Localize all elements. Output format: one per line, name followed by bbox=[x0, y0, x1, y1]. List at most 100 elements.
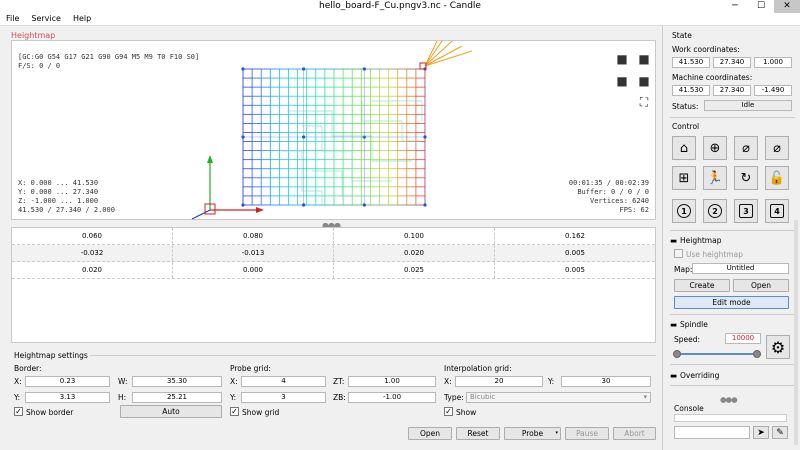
border-w-label: W: bbox=[118, 377, 128, 386]
spindle-title: Spindle bbox=[680, 320, 708, 329]
send-command-button[interactable]: ➤ bbox=[753, 426, 769, 439]
border-y-input[interactable]: 3.13 bbox=[25, 392, 110, 403]
table-cell[interactable]: -0.013 bbox=[173, 245, 334, 261]
zero-z-button[interactable]: ⌀ bbox=[765, 136, 789, 160]
border-h-label: H: bbox=[118, 393, 127, 402]
zt-input[interactable]: 1.00 bbox=[348, 376, 436, 387]
divider bbox=[670, 364, 795, 365]
use-heightmap-checkbox[interactable] bbox=[674, 249, 683, 258]
table-cell[interactable]: 0.005 bbox=[495, 262, 655, 278]
user-command-3-button[interactable]: 3 bbox=[734, 199, 758, 223]
interp-grid-label: Interpolation grid: bbox=[444, 364, 512, 373]
divider bbox=[670, 117, 795, 118]
splitter-handle[interactable]: ●●● bbox=[720, 395, 738, 404]
reset-controller-button[interactable]: ↻ bbox=[734, 166, 758, 190]
edit-mode-button[interactable]: Edit mode bbox=[674, 296, 789, 309]
type-label: Type: bbox=[444, 393, 464, 402]
spindle-speed-slider[interactable] bbox=[673, 350, 761, 358]
refresh-icon: ↻ bbox=[740, 170, 752, 186]
slider-min-handle[interactable] bbox=[673, 350, 681, 358]
home-button[interactable]: ⌂ bbox=[672, 136, 696, 160]
border-x-label: X: bbox=[14, 377, 22, 386]
heightmap-settings-title: Heightmap settings bbox=[14, 351, 88, 360]
collapse-icon[interactable]: ▬ bbox=[670, 371, 677, 380]
probe-button[interactable]: Probe ▾ bbox=[504, 427, 561, 440]
border-h-input[interactable]: 25.21 bbox=[132, 392, 222, 403]
minimize-button[interactable]: ─ bbox=[722, 0, 748, 13]
right-scrollbar[interactable] bbox=[794, 220, 798, 445]
user-command-4-button[interactable]: 4 bbox=[765, 199, 789, 223]
table-cell[interactable]: 0.005 bbox=[495, 245, 655, 261]
heightmap-table[interactable]: 0.060 0.080 0.100 0.162 -0.032 -0.013 0.… bbox=[11, 227, 656, 343]
table-cell[interactable]: 0.025 bbox=[334, 262, 495, 278]
buffer-text: Buffer: 0 / 0 / 0 bbox=[577, 188, 649, 196]
show-grid-checkbox[interactable]: ✓ bbox=[230, 407, 239, 416]
table-cell[interactable]: 0.080 bbox=[173, 228, 334, 244]
border-w-input[interactable]: 35.30 bbox=[132, 376, 222, 387]
user-command-2-button[interactable]: 2 bbox=[703, 199, 727, 223]
abort-button[interactable]: Abort bbox=[613, 427, 656, 440]
zero-z-probe-button[interactable]: ⊕ bbox=[703, 136, 727, 160]
feed-speed-text: F/S: 0 / 0 bbox=[18, 62, 61, 70]
heightmap-viewport[interactable]: [GC:G0 G54 G17 G21 G90 G94 M5 M9 T0 F10 … bbox=[11, 40, 656, 220]
home-icon: ⌂ bbox=[679, 140, 689, 156]
menu-file[interactable]: File bbox=[0, 13, 25, 25]
table-cell[interactable]: 0.000 bbox=[173, 262, 334, 278]
create-heightmap-button[interactable]: Create bbox=[674, 279, 730, 292]
user-command-1-button[interactable]: 1 bbox=[672, 199, 696, 223]
table-cell[interactable]: 0.162 bbox=[495, 228, 655, 244]
fit-view-icon[interactable]: ⛶ bbox=[636, 94, 652, 110]
collapse-icon[interactable]: ▬ bbox=[670, 320, 677, 329]
table-cell[interactable]: 0.020 bbox=[334, 245, 495, 261]
spindle-toggle-button[interactable]: ⚙ bbox=[766, 335, 790, 359]
border-x-input[interactable]: 0.23 bbox=[25, 376, 110, 387]
restore-origin-button[interactable]: ⊞ bbox=[672, 166, 696, 190]
zero-xy-button[interactable]: ⌀ bbox=[734, 136, 758, 160]
pause-button[interactable]: Pause bbox=[565, 427, 609, 440]
view-left-cube-icon[interactable]: ■ bbox=[614, 73, 630, 89]
chevron-down-icon: ▾ bbox=[555, 430, 558, 436]
zb-input[interactable]: -1.00 bbox=[348, 392, 436, 403]
probe-x-input[interactable]: 4 bbox=[241, 376, 326, 387]
machine-coords-label: Machine coordinates: bbox=[672, 73, 753, 82]
collapse-icon[interactable]: ▬ bbox=[670, 236, 677, 245]
interp-x-input[interactable]: 20 bbox=[455, 376, 543, 387]
maximize-button[interactable]: ☐ bbox=[748, 0, 774, 13]
table-cell[interactable]: 0.100 bbox=[334, 228, 495, 244]
menu-service[interactable]: Service bbox=[25, 13, 67, 25]
work-y-field: 27.340 bbox=[713, 57, 751, 68]
console-command-input[interactable] bbox=[674, 426, 750, 439]
view-front-cube-icon[interactable]: ■ bbox=[636, 51, 652, 67]
reset-button[interactable]: Reset bbox=[456, 427, 500, 440]
open-heightmap-button[interactable]: Open bbox=[733, 279, 789, 292]
table-cell[interactable]: 0.020 bbox=[12, 262, 173, 278]
safe-position-button[interactable]: 🏃 bbox=[703, 166, 727, 190]
table-row: 0.060 0.080 0.100 0.162 bbox=[12, 228, 655, 245]
view-iso-cube-icon[interactable]: ■ bbox=[636, 73, 652, 89]
table-cell[interactable]: 0.060 bbox=[12, 228, 173, 244]
slider-handle[interactable] bbox=[753, 350, 761, 358]
show-grid-label: Show grid bbox=[242, 408, 280, 417]
show-border-checkbox[interactable]: ✓ bbox=[14, 407, 23, 416]
interp-type-select[interactable]: Bicubic ▾ bbox=[466, 392, 651, 403]
interp-y-input[interactable]: 30 bbox=[561, 376, 651, 387]
probe-x-label: X: bbox=[230, 377, 238, 386]
auto-button[interactable]: Auto bbox=[120, 405, 222, 418]
tool-paths bbox=[424, 41, 473, 67]
work-x-field: 41.530 bbox=[672, 57, 710, 68]
show-interp-checkbox[interactable]: ✓ bbox=[444, 407, 453, 416]
unlock-button[interactable]: 🔓 bbox=[765, 166, 789, 190]
clear-console-button[interactable]: ✎ bbox=[772, 426, 788, 439]
spindle-speed-input[interactable]: 10000 bbox=[725, 333, 761, 344]
console-output[interactable] bbox=[674, 414, 787, 422]
border-y-label: Y: bbox=[14, 393, 21, 402]
speed-label: Speed: bbox=[674, 335, 701, 344]
heightmap-group-title: Heightmap bbox=[11, 31, 56, 40]
heightmap-3d-render bbox=[191, 41, 473, 220]
probe-y-input[interactable]: 3 bbox=[241, 392, 326, 403]
close-button[interactable]: ✕ bbox=[774, 0, 800, 13]
menu-help[interactable]: Help bbox=[67, 13, 97, 25]
table-cell[interactable]: -0.032 bbox=[12, 245, 173, 261]
open-button[interactable]: Open bbox=[408, 427, 452, 440]
view-top-cube-icon[interactable]: ■ bbox=[614, 51, 630, 67]
